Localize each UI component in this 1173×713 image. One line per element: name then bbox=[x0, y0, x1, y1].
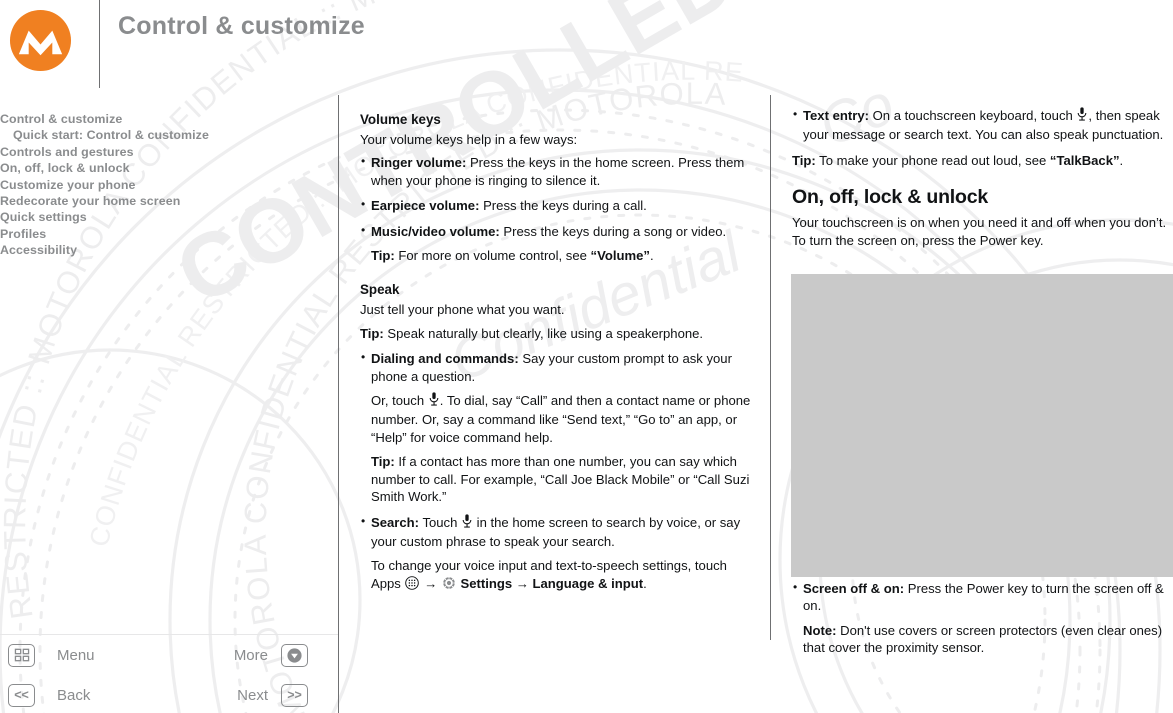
tip-text: Speak naturally but clearly, like using … bbox=[383, 325, 704, 341]
list-item: Screen off & on: Press the Power key to … bbox=[792, 579, 1173, 657]
page-title: Control & customize bbox=[118, 12, 365, 40]
menu-button-label: Menu bbox=[57, 646, 95, 664]
tip-label: Tip: bbox=[371, 454, 395, 470]
tip-label: Tip: bbox=[792, 152, 816, 168]
arrow-glyph: → bbox=[515, 575, 529, 591]
tip-period: . bbox=[649, 248, 654, 264]
more-button-label: More bbox=[233, 646, 268, 664]
toc-item-profiles[interactable]: Profiles bbox=[0, 226, 320, 242]
proximity-note: Note: Don't use covers or screen protect… bbox=[803, 622, 1173, 657]
list-item: Ringer volume: Press the keys in the hom… bbox=[360, 153, 756, 189]
term-text-entry: Text entry: bbox=[803, 108, 869, 123]
term-screen-off-on: Screen off & on: bbox=[803, 581, 905, 596]
apps-icon[interactable] bbox=[405, 575, 420, 594]
volume-list: Ringer volume: Press the keys in the hom… bbox=[360, 153, 756, 265]
page-header: Control & customize bbox=[0, 0, 1173, 90]
note-label: Note: bbox=[803, 622, 837, 638]
term-search: Search: bbox=[371, 514, 420, 530]
onoff-intro: Your touchscreen is on when you need it … bbox=[792, 215, 1167, 248]
navigation-bar: Menu More << Back Next >> bbox=[0, 636, 338, 713]
arrow-glyph: → bbox=[424, 575, 438, 591]
double-right-chevron-icon: >> bbox=[281, 683, 308, 707]
tip-text: If a contact has more than one number, y… bbox=[371, 454, 750, 505]
heading-volume-keys: Volume keys bbox=[360, 112, 441, 127]
term-dialing-commands: Dialing and commands: bbox=[371, 351, 519, 367]
toc-item-quick-settings[interactable]: Quick settings bbox=[0, 209, 320, 225]
term-earpiece-volume: Earpiece volume: bbox=[371, 198, 480, 214]
content-column-middle: Volume keys Your volume keys help in a f… bbox=[360, 111, 756, 602]
table-of-contents: Control & customize Quick start: Control… bbox=[0, 111, 320, 259]
text-entry-list: Text entry: On a touchscreen keyboard, t… bbox=[792, 106, 1173, 144]
volume-intro: Your volume keys help in a few ways: bbox=[360, 132, 578, 147]
chevron-down-icon bbox=[281, 643, 308, 667]
text-earpiece-volume: Press the keys during a call. bbox=[479, 198, 647, 214]
toc-item-quick-start[interactable]: Quick start: Control & customize bbox=[0, 127, 320, 143]
microphone-icon[interactable] bbox=[429, 392, 439, 411]
term-music-video-volume: Music/video volume: bbox=[371, 223, 500, 239]
navbar-row-back-next: << Back Next >> bbox=[0, 680, 338, 713]
double-left-chevron-icon: << bbox=[8, 683, 35, 707]
toc-item-on-off-lock-unlock[interactable]: On, off, lock & unlock bbox=[0, 160, 320, 176]
navbar-row-menu-more: Menu More bbox=[0, 640, 338, 678]
next-button-label: Next bbox=[237, 686, 268, 704]
phone-illustration-image bbox=[791, 274, 1173, 577]
speak-intro: Just tell your phone what you want. bbox=[360, 302, 565, 318]
more-button[interactable]: More bbox=[234, 640, 308, 670]
screen-list: Screen off & on: Press the Power key to … bbox=[792, 579, 1173, 657]
grid-icon bbox=[8, 643, 35, 667]
link-volume[interactable]: “Volume” bbox=[591, 248, 650, 263]
list-item: Earpiece volume: Press the keys during a… bbox=[360, 196, 756, 214]
heading-on-off-lock-unlock: On, off, lock & unlock bbox=[792, 186, 989, 209]
menu-language-input[interactable]: Language & input bbox=[533, 576, 644, 591]
motorola-logo-icon bbox=[9, 9, 72, 72]
gear-icon[interactable] bbox=[442, 576, 456, 594]
link-talkback[interactable]: “TalkBack” bbox=[1050, 153, 1120, 168]
column-divider-right bbox=[770, 95, 771, 640]
tip-label: Tip: bbox=[360, 325, 384, 341]
list-item: Dialing and commands: Say your custom pr… bbox=[360, 349, 756, 505]
text-music-video-volume: Press the keys during a song or video. bbox=[499, 223, 727, 239]
note-text: Don't use covers or screen protectors (e… bbox=[803, 622, 1163, 656]
toc-item-controls-gestures[interactable]: Controls and gestures bbox=[0, 144, 320, 160]
toc-item-customize-your-phone[interactable]: Customize your phone bbox=[0, 177, 320, 193]
tip-text: For more on volume control, see bbox=[394, 248, 591, 264]
list-item: Music/video volume: Press the keys durin… bbox=[360, 222, 756, 265]
list-item: Search: Touch in the home screen to sear… bbox=[360, 513, 756, 595]
tip-text: To make your phone read out loud, see bbox=[815, 152, 1050, 168]
volume-tip: Tip: For more on volume control, see “Vo… bbox=[371, 247, 756, 264]
tip-label: Tip: bbox=[371, 248, 395, 264]
back-button-label: Back bbox=[57, 686, 91, 704]
list-item: Text entry: On a touchscreen keyboard, t… bbox=[792, 106, 1173, 144]
toc-item-redecorate-home-screen[interactable]: Redecorate your home screen bbox=[0, 193, 320, 209]
toc-item-accessibility[interactable]: Accessibility bbox=[0, 242, 320, 258]
dialing-or-touch: Or, touch . To dial, say “Call” and then… bbox=[371, 392, 751, 445]
back-button[interactable]: << Back bbox=[8, 680, 90, 710]
menu-settings[interactable]: Settings bbox=[461, 576, 513, 591]
heading-speak: Speak bbox=[360, 282, 400, 298]
navbar-divider bbox=[0, 634, 338, 635]
speak-tip: Tip: Speak naturally but clearly, like u… bbox=[360, 325, 756, 342]
dialing-tip: Tip: If a contact has more than one numb… bbox=[371, 453, 756, 505]
header-divider bbox=[99, 0, 100, 88]
manual-page: RESTRICTED :: MOTOROLA CONFIDENTIAL :: M… bbox=[0, 0, 1173, 713]
microphone-icon[interactable] bbox=[462, 513, 472, 533]
settings-path: To change your voice input and text-to-s… bbox=[371, 557, 756, 594]
speak-list: Dialing and commands: Say your custom pr… bbox=[360, 349, 756, 595]
talkback-tip: Tip: To make your phone read out loud, s… bbox=[792, 152, 1124, 168]
menu-button[interactable]: Menu bbox=[8, 640, 95, 670]
term-ringer-volume: Ringer volume: bbox=[371, 155, 467, 171]
microphone-icon[interactable] bbox=[1077, 107, 1087, 126]
content-column-right: Text entry: On a touchscreen keyboard, t… bbox=[792, 106, 1173, 257]
next-button[interactable]: Next >> bbox=[237, 680, 308, 710]
column-divider-left bbox=[338, 95, 339, 713]
toc-item-control-customize[interactable]: Control & customize bbox=[0, 111, 320, 127]
content-column-right-continued: Screen off & on: Press the Power key to … bbox=[792, 579, 1173, 665]
